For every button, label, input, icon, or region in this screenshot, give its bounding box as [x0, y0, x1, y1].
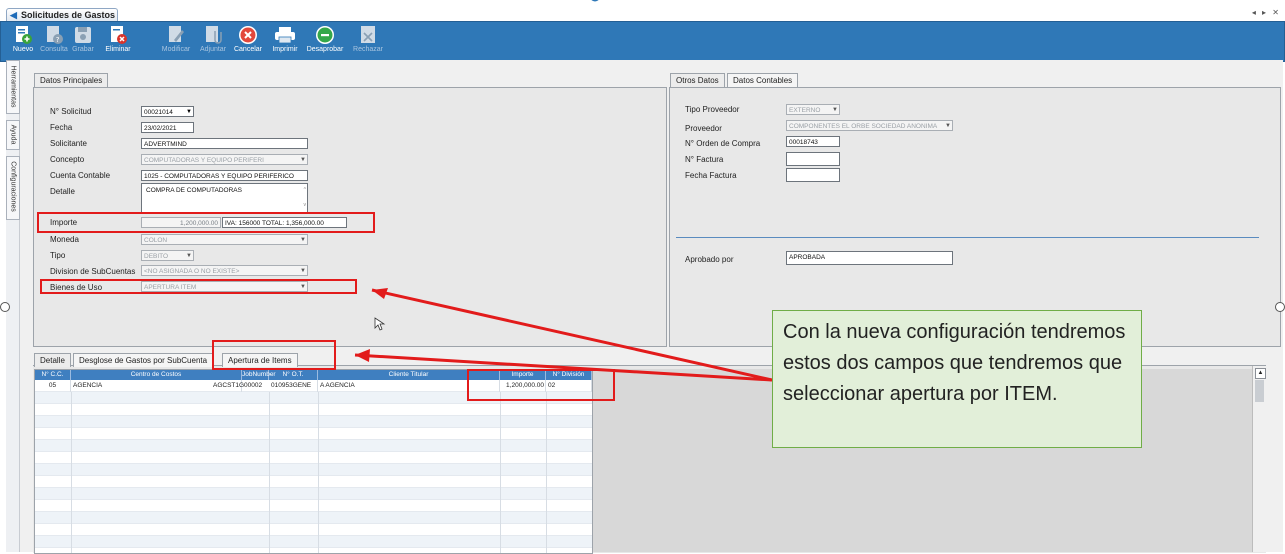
annotation-arrows: [354, 288, 773, 382]
arrow-head-icon: [355, 349, 370, 362]
arrow-line: [371, 288, 773, 382]
selection-handle: [1275, 302, 1285, 312]
annotation-callout: Con la nueva configuración tendremos est…: [772, 310, 1142, 448]
selection-handle: [0, 302, 10, 312]
mouse-cursor-icon: [374, 317, 386, 331]
arrow-line: [354, 353, 773, 382]
